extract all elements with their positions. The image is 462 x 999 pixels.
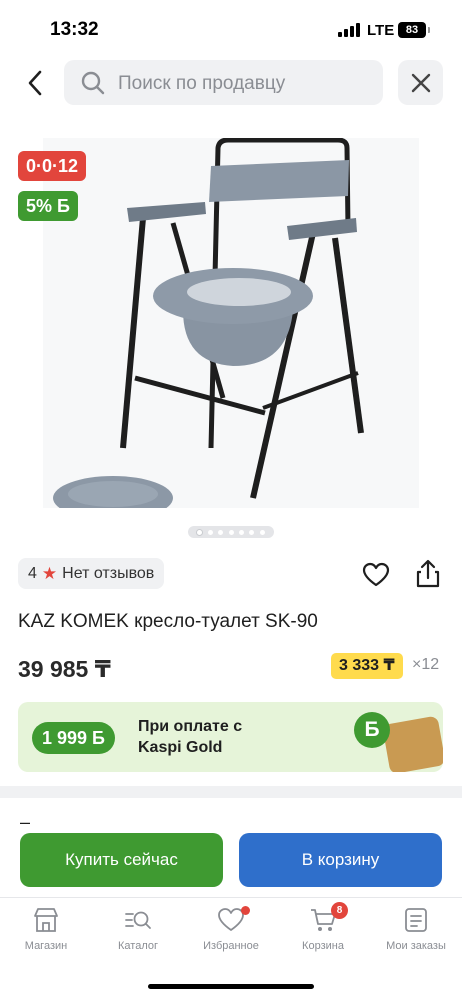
product-image[interactable] [43,138,419,508]
favorite-button[interactable] [362,562,390,588]
heart-icon [362,562,390,587]
status-bar: 13:32 LTE 83 [0,0,462,58]
tab-cart[interactable]: 8 Корзина [277,902,369,962]
catalog-icon [125,911,151,929]
tab-label: Избранное [203,940,259,952]
chevron-left-icon [28,70,42,96]
kaspi-gold-card-icon [382,715,443,772]
close-icon [411,73,430,92]
installment-badge: 0·0·12 [18,151,87,181]
back-button[interactable] [18,66,52,100]
tab-label: Мои заказы [386,940,446,952]
buy-now-button[interactable]: Купить сейчас [20,833,223,887]
signal-icon [338,23,364,37]
installment-months: ×12 [412,656,440,673]
section-dash: – [20,812,31,832]
product-price: 39 985 ₸ [18,656,111,682]
bonus-amount-pill: 1 999 Б [32,722,115,754]
bonus-coin-icon: Б [354,712,390,748]
product-title: KAZ KOMEK кресло-туалет SK-90 [18,611,318,632]
cart-count-badge: 8 [331,902,348,919]
commode-chair-image [53,138,364,508]
store-icon [34,908,58,932]
banner-line1: При оплате с [138,718,243,735]
home-indicator [148,984,314,989]
search-icon [81,71,105,95]
tab-label: Каталог [118,940,158,952]
status-time: 13:32 [50,19,99,40]
battery-tip [428,27,430,33]
section-divider [0,786,462,798]
kaspi-gold-banner[interactable]: 1 999 Б При оплате с Kaspi Gold Б [18,702,443,772]
pagination-dot[interactable] [259,529,265,535]
share-button[interactable] [414,559,442,589]
battery-icon: 83 [398,22,426,38]
rating-value: 4 [28,564,37,582]
pagination-dot[interactable] [197,529,203,535]
banner-line2: Kaspi Gold [138,739,223,756]
add-to-cart-button[interactable]: В корзину [239,833,442,887]
tab-label: Магазин [24,940,68,952]
search-input[interactable]: Поиск по продавцу [64,60,383,105]
network-label: LTE [367,22,395,39]
star-icon: ★ [41,563,58,583]
pagination-dot[interactable] [207,529,213,535]
rating-chip[interactable]: 4 ★ Нет отзывов [18,558,165,589]
tab-catalog[interactable]: Каталог [92,906,184,962]
gallery-pagination[interactable] [188,526,274,538]
pagination-dot[interactable] [218,529,224,535]
orders-icon [405,908,427,932]
bonus-badge: 5% Б [18,191,78,221]
search-placeholder: Поиск по продавцу [118,73,286,94]
tab-store[interactable]: Магазин [0,906,92,962]
notification-dot [241,906,250,915]
pagination-dot[interactable] [249,529,255,535]
pagination-dot[interactable] [228,529,234,535]
close-button[interactable] [398,60,443,105]
pagination-dot[interactable] [238,529,244,535]
tab-favorites[interactable]: Избранное [185,906,277,962]
share-icon [416,559,440,588]
monthly-payment-badge[interactable]: 3 333 ₸ [331,653,403,679]
reviews-label: Нет отзывов [62,564,155,582]
tab-orders[interactable]: Мои заказы [370,906,462,962]
search-header: Поиск по продавцу [0,58,462,110]
tab-label: Корзина [302,940,344,952]
banner-text: При оплате с Kaspi Gold [138,716,242,758]
